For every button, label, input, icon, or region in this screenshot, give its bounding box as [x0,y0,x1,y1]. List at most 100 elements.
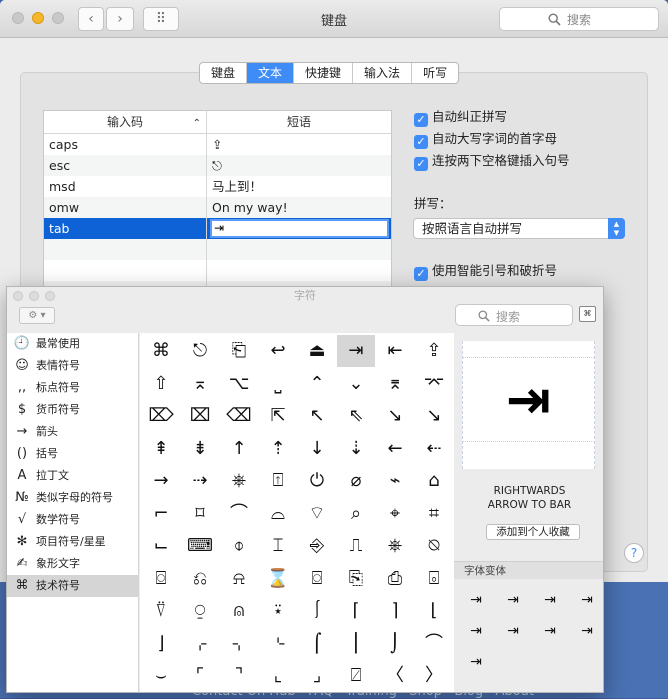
character-cell[interactable]: ⎗ [220,335,258,367]
option-checkbox[interactable]: ✓ [414,135,428,149]
add-to-favorites-button[interactable]: 添加到个人收藏 [486,524,580,540]
category-item[interactable]: √ 数学符号 [7,509,139,531]
character-cell[interactable]: ⌝ [220,660,258,692]
character-cell[interactable]: ⌧ [181,400,219,432]
character-cell[interactable]: ↓ [298,433,336,465]
toggle-view-button[interactable]: ⌘ [579,306,596,322]
character-cell[interactable]: ⌈ [337,595,375,627]
character-cell[interactable]: ⌜ [181,660,219,692]
font-variant-cell[interactable]: ⇥ [458,616,494,646]
character-cell[interactable]: ⌅ [181,368,219,400]
table-row[interactable]: msd 马上到！ [44,176,391,197]
character-cell[interactable]: ⌓ [259,498,297,530]
zoom-light[interactable] [45,291,55,301]
character-cell[interactable]: ⇤ [376,335,414,367]
character-cell[interactable]: ⌒ [415,628,453,660]
character-cell[interactable]: ⌽ [220,530,258,562]
font-variant-cell[interactable]: ⇥ [532,616,568,646]
character-cell[interactable]: ⌞ [259,660,297,692]
character-cell[interactable]: ↘ [376,400,414,432]
font-variant-cell[interactable]: ⇥ [569,585,603,615]
character-cell[interactable]: ⎍ [337,530,375,562]
character-cell[interactable]: ⌊ [415,595,453,627]
character-cell[interactable]: ⌡ [376,628,414,660]
character-cell[interactable]: ⌫ [220,400,258,432]
character-cell[interactable]: ⌦ [142,400,180,432]
category-item[interactable]: ,, 标点符号 [7,377,139,399]
character-cell[interactable]: ⍁ [337,660,375,692]
character-cell[interactable]: ⎰ [298,595,336,627]
character-cell[interactable]: ⌍ [220,628,258,660]
minimize-light[interactable] [29,291,39,301]
character-cell[interactable]: → [142,465,180,497]
table-row[interactable]: omw On my way! [44,197,391,218]
character-cell[interactable]: ⎵ [259,368,297,400]
character-cell[interactable]: ⌤ [415,368,453,400]
character-cell[interactable]: ⍝ [220,595,258,627]
character-cell[interactable]: ⎆ [298,530,336,562]
category-item[interactable]: ✍ 象形文字 [7,553,139,575]
character-cell[interactable]: 〈 [376,660,414,692]
gear-menu-button[interactable]: ⚙ ▾ [19,307,55,324]
character-cell[interactable]: 〉 [415,660,453,692]
table-row[interactable]: tab ⇥ [44,218,391,239]
character-cell[interactable]: ⌀ [337,465,375,497]
character-cell[interactable]: ⌁ [376,465,414,497]
character-cell[interactable]: ⇡ [259,433,297,465]
character-cell[interactable]: ⎙ [376,563,414,595]
character-cell[interactable]: ⌆ [376,368,414,400]
option-checkbox[interactable]: ✓ [414,113,428,127]
character-cell[interactable]: ⌃ [298,368,336,400]
category-item[interactable]: ⌘ 技术符号 [7,575,139,597]
font-variant-cell[interactable]: ⇥ [458,585,494,615]
font-variant-cell[interactable]: ⇥ [495,616,531,646]
character-cell[interactable]: ⍢ [142,595,180,627]
tab-4[interactable]: 听写 [412,63,458,83]
spelling-select[interactable]: 按照语言自动拼写 ▲ ▼ [413,218,625,239]
character-cell[interactable]: ⇞ [142,433,180,465]
smart-quotes-option[interactable]: ✓ 使用智能引号和破折号 [414,262,557,281]
character-cell[interactable]: ⎋ [181,335,219,367]
column-header-phrase[interactable]: 短语 [207,111,391,133]
character-cell[interactable]: ⇣ [337,433,375,465]
character-cell[interactable]: ⌻ [415,563,453,595]
character-cell[interactable]: ⌨ [181,530,219,562]
character-cell[interactable]: ⌖ [376,498,414,530]
character-cell[interactable]: ⇖ [337,400,375,432]
character-cell[interactable]: ⌛ [259,563,297,595]
close-light[interactable] [13,291,23,301]
category-item[interactable]: A 拉丁文 [7,465,139,487]
character-cell[interactable]: ⌌ [181,628,219,660]
character-cell[interactable]: ⌑ [181,498,219,530]
character-cell[interactable]: ⌉ [376,595,414,627]
character-cell[interactable]: ⇟ [181,433,219,465]
character-cell[interactable]: ← [376,433,414,465]
character-cell[interactable]: ⌗ [415,498,453,530]
tab-3[interactable]: 输入法 [353,63,413,83]
character-cell[interactable]: ⍉ [415,530,453,562]
character-cell[interactable]: ⎮ [337,628,375,660]
phrase-edit-field[interactable]: ⇥ [210,219,389,238]
category-item[interactable]: № 类似字母的符号 [7,487,139,509]
character-cell[interactable]: ⌒ [220,498,258,530]
character-cell[interactable]: ⌟ [298,660,336,692]
character-cell[interactable]: ⌘ [142,335,180,367]
character-cell[interactable]: ↘ [415,400,453,432]
character-cell[interactable]: ⌠ [298,628,336,660]
option-checkbox[interactable]: ✓ [414,157,428,171]
help-button[interactable]: ? [624,543,644,563]
table-row[interactable]: esc ⎋ [44,155,391,176]
character-cell[interactable]: ⌄ [337,368,375,400]
character-cell[interactable]: ⌐ [142,498,180,530]
character-search-field[interactable]: 搜索 [455,304,573,326]
column-header-input[interactable]: 输入码 ⌃ [44,111,207,133]
character-cell[interactable]: ⌋ [142,628,180,660]
character-cell[interactable]: ⌣ [142,660,180,692]
character-cell[interactable]: ⇥ [337,335,375,367]
character-cell[interactable]: ⏻ [298,465,336,497]
category-item[interactable]: 🕘 最常使用 [7,333,139,355]
option-2[interactable]: ✓ 连按两下空格键插入句号 [414,152,570,171]
option-0[interactable]: ✓ 自动纠正拼写 [414,108,507,127]
character-cell[interactable]: ⏏ [298,335,336,367]
character-cell[interactable]: ⌔ [298,498,336,530]
